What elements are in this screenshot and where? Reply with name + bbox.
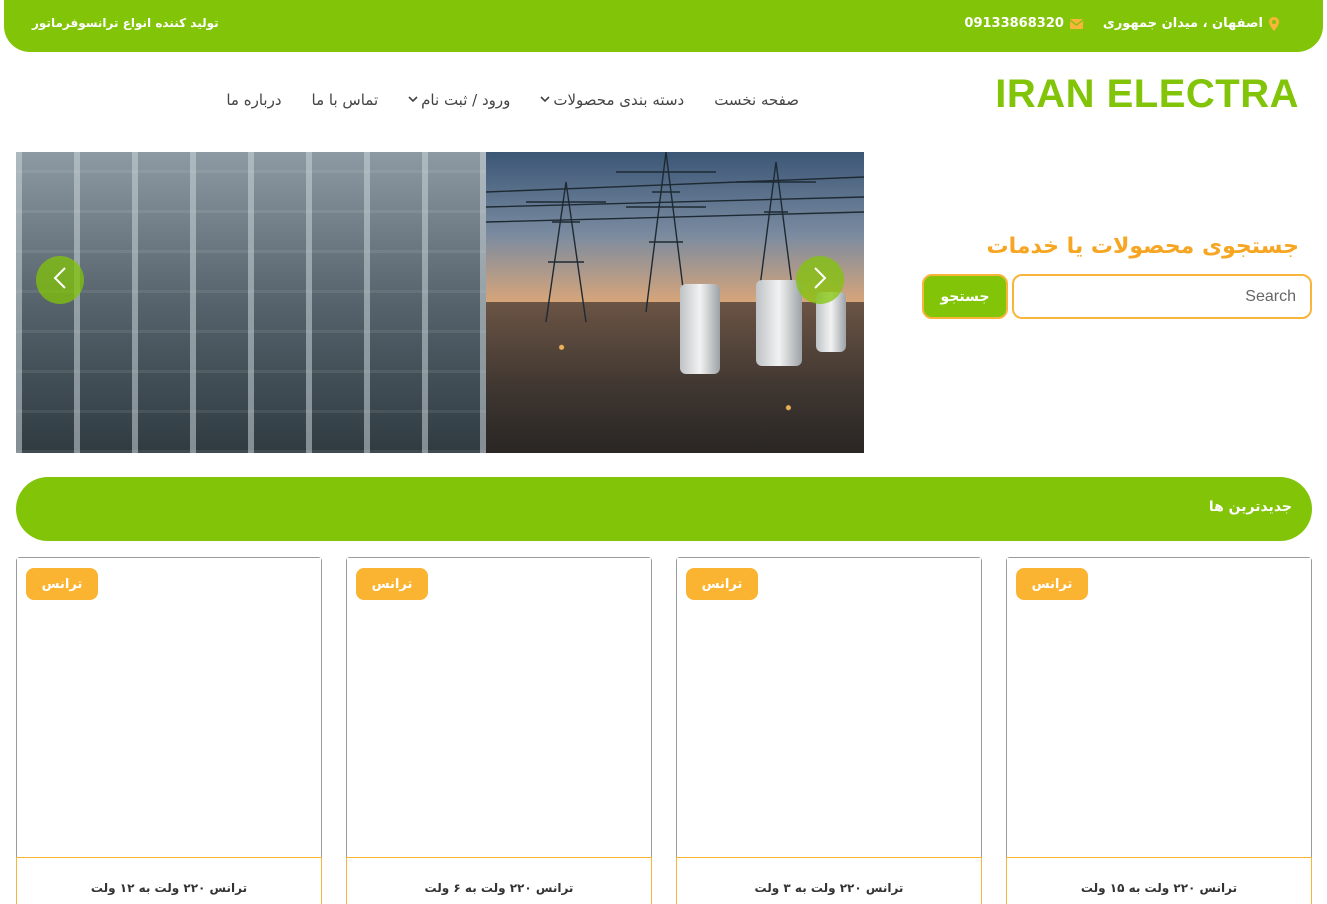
product-card[interactable]: ترانس ترانس ۲۲۰ ولت به ۱۵ ولت [1006, 557, 1312, 904]
search-input[interactable] [1012, 274, 1312, 319]
chevron-down-icon [540, 95, 550, 106]
tagline: تولید کننده انواع ترانسوفرماتور [32, 16, 219, 30]
category-badge[interactable]: ترانس [1016, 568, 1088, 600]
envelope-icon [1069, 18, 1083, 29]
product-card[interactable]: ترانس ترانس ۲۲۰ ولت به ۶ ولت [346, 557, 652, 904]
nav-label: ورود / ثبت نام [421, 91, 511, 109]
nav-item-about[interactable]: درباره ما [226, 91, 281, 109]
nav-label: صفحه نخست [714, 91, 799, 109]
search-title: جستجوی محصولات یا خدمات [986, 234, 1299, 259]
address-text: اصفهان ، میدان جمهوری [1102, 16, 1263, 31]
latest-section-header: جدیدترین ها [16, 477, 1312, 541]
contact-info: 09133868320 اصفهان ، میدان جمهوری [964, 16, 1279, 31]
insulator-graphic [756, 280, 802, 366]
category-badge[interactable]: ترانس [686, 568, 758, 600]
chevron-down-icon [408, 95, 418, 106]
power-tower-graphic [486, 152, 864, 323]
product-name[interactable]: ترانس ۲۲۰ ولت به ۱۲ ولت [17, 881, 321, 895]
chevron-right-icon [813, 266, 827, 294]
slide-image-control-panels [16, 152, 486, 453]
chevron-left-icon [53, 266, 67, 294]
nav-label: تماس با ما [311, 91, 379, 109]
product-image[interactable] [1007, 558, 1311, 857]
main-nav: درباره ما تماس با ما ورود / ثبت نام دسته… [226, 91, 799, 109]
product-card[interactable]: ترانس ترانس ۲۲۰ ولت به ۳ ولت [676, 557, 982, 904]
product-image[interactable] [677, 558, 981, 857]
nav-item-login[interactable]: ورود / ثبت نام [408, 91, 510, 109]
product-image[interactable] [17, 558, 321, 857]
site-logo[interactable]: IRAN ELECTRA [995, 72, 1299, 117]
search-button[interactable]: جستجو [922, 274, 1008, 319]
section-title: جدیدترین ها [1208, 499, 1292, 515]
product-name[interactable]: ترانس ۲۲۰ ولت به ۶ ولت [347, 881, 651, 895]
category-badge[interactable]: ترانس [26, 568, 98, 600]
product-name[interactable]: ترانس ۲۲۰ ولت به ۳ ولت [677, 881, 981, 895]
nav-item-categories[interactable]: دسته بندی محصولات [540, 91, 684, 109]
category-badge[interactable]: ترانس [356, 568, 428, 600]
product-card[interactable]: ترانس ترانس ۲۲۰ ولت به ۱۲ ولت [16, 557, 322, 904]
address-contact: اصفهان ، میدان جمهوری [1103, 16, 1279, 31]
nav-item-contact[interactable]: تماس با ما [312, 91, 379, 109]
product-name[interactable]: ترانس ۲۲۰ ولت به ۱۵ ولت [1007, 881, 1311, 895]
phone-number: 09133868320 [964, 16, 1064, 31]
phone-contact[interactable]: 09133868320 [964, 16, 1083, 31]
insulator-graphic [680, 284, 720, 374]
slider-prev-button[interactable] [36, 256, 84, 304]
slider-next-button[interactable] [796, 256, 844, 304]
nav-label: دسته بندی محصولات [553, 91, 685, 109]
hero-slider [16, 152, 864, 453]
top-bar: تولید کننده انواع ترانسوفرماتور 09133868… [4, 0, 1323, 52]
nav-label: درباره ما [226, 91, 282, 109]
product-image[interactable] [347, 558, 651, 857]
product-grid: ترانس ترانس ۲۲۰ ولت به ۱۵ ولت ترانس تران… [16, 557, 1312, 904]
nav-item-home[interactable]: صفحه نخست [714, 91, 799, 109]
map-marker-icon [1269, 16, 1279, 31]
